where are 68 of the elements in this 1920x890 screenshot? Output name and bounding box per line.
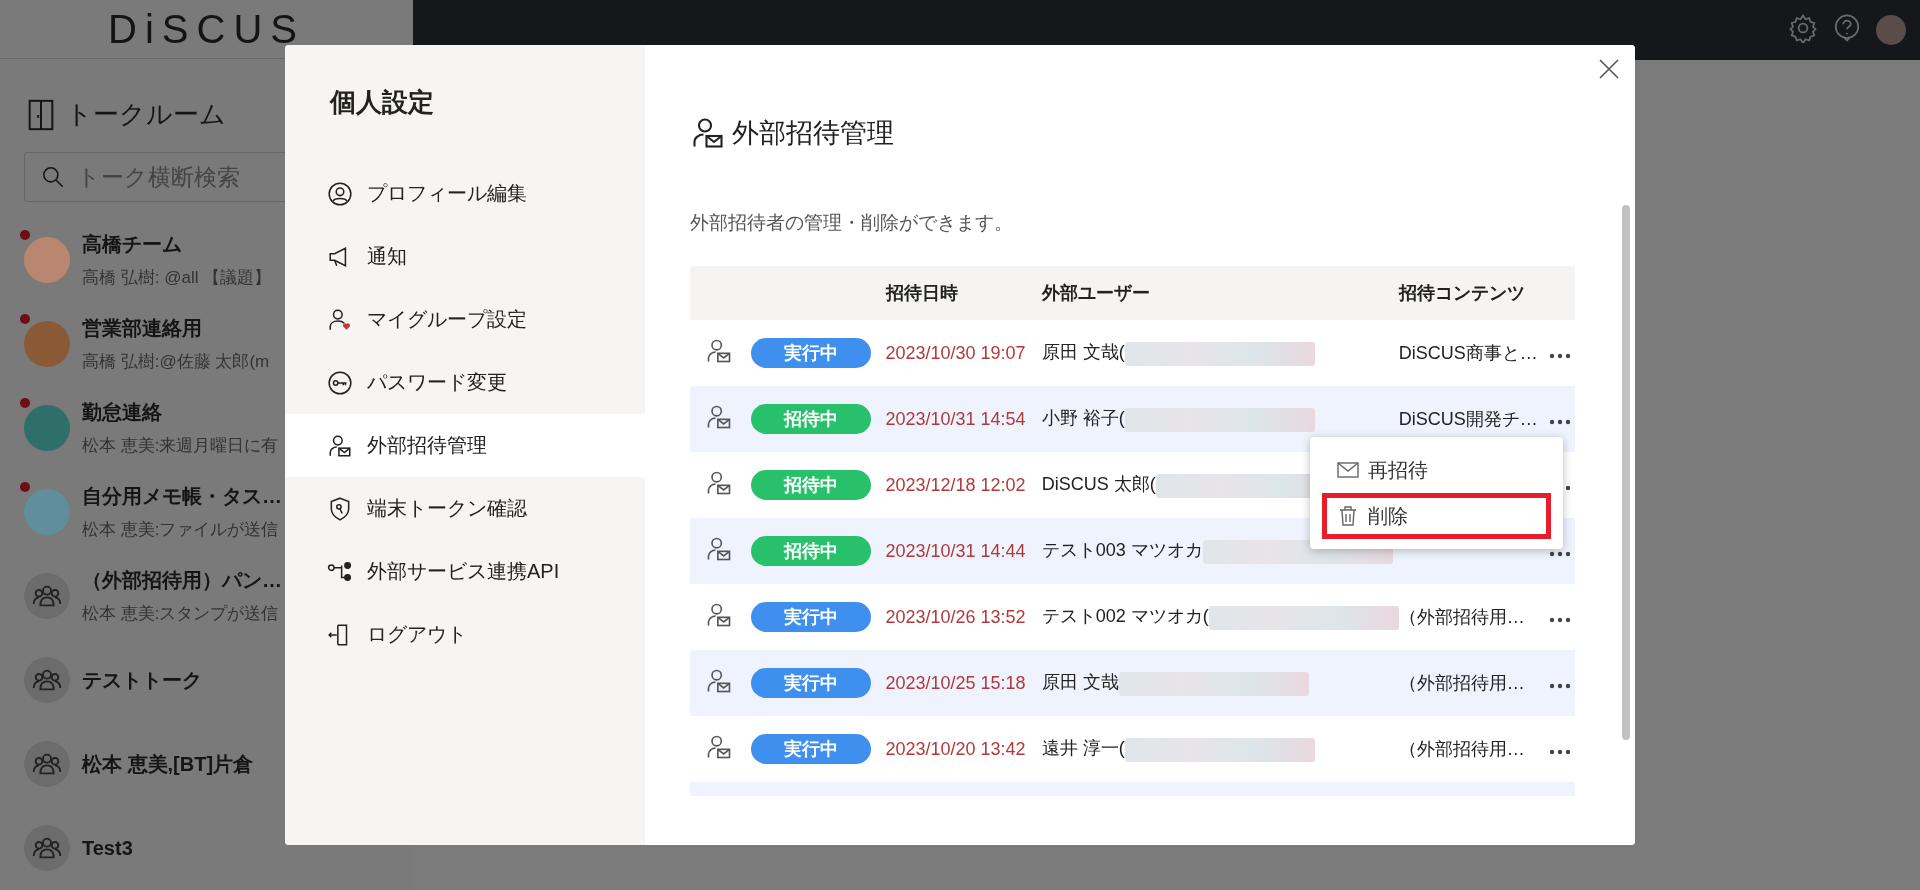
status-badge: 招待中 bbox=[750, 470, 871, 500]
room-name: 高橋チーム bbox=[82, 232, 183, 257]
table-cell: テスト002 マツオカ( bbox=[1041, 606, 1209, 627]
person-circle-icon bbox=[327, 180, 353, 207]
status-badge: 招待中 bbox=[750, 536, 871, 566]
column-header: 外部ユーザー bbox=[1041, 266, 1399, 320]
room-name: Test3 bbox=[82, 836, 133, 860]
close-icon[interactable] bbox=[1597, 57, 1621, 81]
column-header: 招待コンテンツ bbox=[1398, 266, 1545, 320]
last-message: 松本 恵美:来週月曜日に有 bbox=[82, 435, 279, 457]
status-badge: 実行中 bbox=[750, 734, 871, 764]
more-icon bbox=[1549, 748, 1571, 755]
settings-menu-item[interactable]: 端末トークン確認 bbox=[285, 477, 645, 540]
table-cell: 2023/10/26 13:52 bbox=[885, 584, 1042, 650]
settings-menu-item[interactable]: 外部招待管理 bbox=[285, 414, 645, 477]
status-badge: 実行中 bbox=[750, 668, 871, 698]
table-cell: 遠井 淳一( bbox=[1041, 738, 1125, 759]
sidebar-title: トークルーム bbox=[66, 98, 226, 131]
last-message: 高橋 弘樹: @all 【議題】 bbox=[82, 267, 272, 289]
table-cell: 小野 裕子( bbox=[1041, 408, 1125, 429]
more-icon bbox=[1549, 616, 1571, 623]
room-name: 勤怠連絡 bbox=[82, 400, 163, 425]
settings-menu-item[interactable]: 外部サービス連携API bbox=[285, 540, 645, 603]
page-description: 外部招待者の管理・削除ができます。 bbox=[690, 211, 1014, 235]
settings-menu-item[interactable]: ログアウト bbox=[285, 603, 645, 666]
table-cell: DiSCUS商事と… bbox=[1398, 320, 1545, 386]
table-cell: 2023/10/31 14:54 bbox=[885, 386, 1042, 452]
more-icon bbox=[1549, 352, 1571, 359]
key-icon bbox=[327, 369, 353, 396]
table-cell: （外部招待用… bbox=[1398, 716, 1545, 782]
table-cell: 原田 文哉 bbox=[1041, 672, 1119, 693]
last-message: 高橋 弘樹:@佐藤 太郎(m bbox=[82, 351, 270, 373]
table-cell: 2023/10/25 15:18 bbox=[885, 650, 1042, 716]
table-cell: 2023/10/30 19:07 bbox=[885, 320, 1042, 386]
last-message: 松本 恵美:スタンプが送信 bbox=[82, 603, 280, 625]
column-header: 招待日時 bbox=[885, 266, 1042, 320]
status-badge: 実行中 bbox=[750, 338, 871, 368]
status-badge: 実行中 bbox=[750, 602, 871, 632]
table-cell: 2023/10/20 13:42 bbox=[885, 716, 1042, 782]
more-icon bbox=[1549, 682, 1571, 689]
more-icon bbox=[1549, 550, 1571, 557]
settings-menu-item[interactable]: マイグループ設定 bbox=[285, 288, 645, 351]
room-name: （外部招待用）パン… bbox=[82, 568, 282, 593]
last-message: 松本 恵美:ファイルが送信 bbox=[82, 519, 280, 541]
settings-menu-item[interactable]: 通知 bbox=[285, 225, 645, 288]
scrollbar[interactable] bbox=[1622, 205, 1630, 740]
table-cell: DiSCUS 太郎( bbox=[1041, 474, 1156, 495]
search-icon bbox=[40, 164, 66, 190]
table-cell: （外部招待用… bbox=[1398, 584, 1545, 650]
more-icon bbox=[1549, 418, 1571, 425]
talk-room-item[interactable]: Test3 bbox=[0, 806, 413, 890]
room-name: 営業部連絡用 bbox=[82, 316, 203, 341]
table-cell: （外部招待用… bbox=[1398, 650, 1545, 716]
menu-item[interactable]: 削除 bbox=[1322, 493, 1551, 539]
room-name: 松本 恵美,[BT]片倉 bbox=[82, 751, 254, 777]
table-cell: 2023/10/31 14:44 bbox=[885, 518, 1042, 584]
page-title: 外部招待管理 bbox=[732, 117, 894, 150]
room-name: 自分用メモ帳・タス… bbox=[82, 484, 282, 509]
table-cell: 2023/12/18 12:02 bbox=[885, 452, 1042, 518]
settings-menu-item[interactable]: パスワード変更 bbox=[285, 351, 645, 414]
settings-icon bbox=[1788, 13, 1818, 43]
table-cell: 原田 文哉( bbox=[1041, 342, 1125, 363]
status-badge: 招待中 bbox=[750, 404, 871, 434]
room-name: テストトーク bbox=[82, 667, 202, 693]
talk-room-item[interactable]: 松本 恵美,[BT]片倉 bbox=[0, 722, 413, 806]
help-icon bbox=[1832, 13, 1862, 43]
table-cell: テスト003 マツオカ bbox=[1041, 540, 1203, 561]
settings-title: 個人設定 bbox=[330, 86, 435, 119]
